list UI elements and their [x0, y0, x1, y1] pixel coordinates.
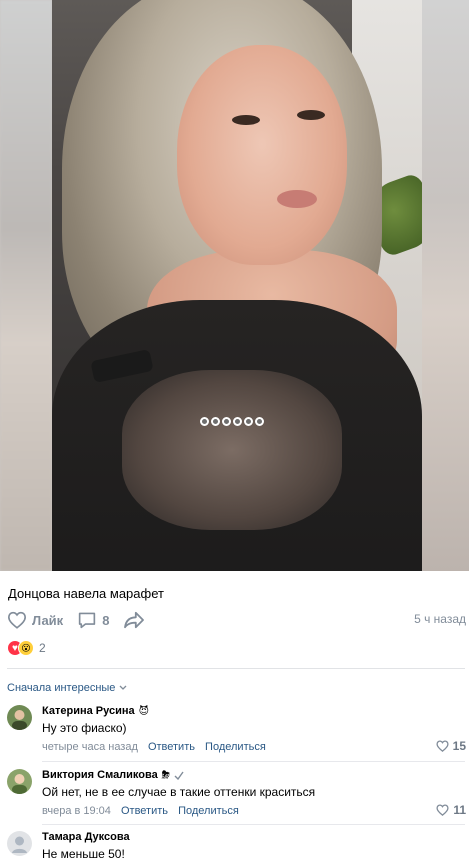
person-eye-left	[232, 115, 260, 125]
comment-author[interactable]: Катерина Русина 😈	[42, 705, 149, 717]
comments-button[interactable]: 8	[77, 611, 109, 629]
comments-count: 8	[102, 612, 110, 628]
post-actions: Лайк 8	[7, 608, 467, 632]
share-button[interactable]	[123, 611, 145, 629]
like-label: Лайк	[32, 612, 64, 628]
comment-like-button[interactable]: 11	[436, 803, 466, 817]
person-face	[177, 45, 347, 265]
comment-text: Не меньше 50!	[42, 847, 125, 861]
comment-meta: вчера в 19:04 Ответить Поделиться	[42, 805, 239, 817]
heart-outline-icon	[7, 611, 27, 629]
avatar-image	[7, 705, 32, 730]
like-button[interactable]: Лайк	[7, 611, 63, 629]
comment-time[interactable]: вчера в 19:04	[42, 805, 111, 817]
comment-text: Ну это фиаско)	[42, 721, 127, 735]
person-eye-right	[297, 110, 325, 120]
loading-dot	[233, 417, 242, 426]
author-name[interactable]: Катерина Русина	[42, 705, 135, 717]
comment-like-count: 11	[453, 803, 466, 817]
video-player[interactable]	[0, 0, 469, 571]
comment-item: Тамара Дуксова Не меньше 50!	[7, 831, 469, 863]
avatar[interactable]	[7, 831, 32, 856]
post-time: 5 ч назад	[414, 612, 466, 626]
reply-button[interactable]: Ответить	[148, 741, 195, 753]
author-badge-icon: 😈	[138, 705, 150, 717]
comment-like-button[interactable]: 15	[436, 739, 466, 753]
avatar-image	[7, 769, 32, 794]
chevron-down-icon	[119, 685, 127, 690]
author-name[interactable]: Тамара Дуксова	[42, 831, 130, 843]
reactions-summary[interactable]: ♥ 😮 2	[7, 640, 46, 656]
reply-button[interactable]: Ответить	[121, 805, 168, 817]
comment-meta: четыре часа назад Ответить Поделиться	[42, 741, 266, 753]
avatar[interactable]	[7, 705, 32, 730]
loading-dot	[200, 417, 209, 426]
video-blur-right	[422, 0, 469, 571]
comment-item: Виктория Смаликова ⛈ Ой нет, не в ее слу…	[7, 769, 469, 829]
loading-indicator	[200, 417, 264, 431]
loading-dot	[222, 417, 231, 426]
person-shirt-mesh	[122, 370, 342, 530]
heart-outline-icon	[436, 740, 449, 752]
loading-dot	[255, 417, 264, 426]
share-comment-button[interactable]: Поделиться	[205, 741, 266, 753]
comment-time[interactable]: четыре часа назад	[42, 741, 138, 753]
share-comment-button[interactable]: Поделиться	[178, 805, 239, 817]
sort-label: Сначала интересные	[7, 682, 116, 694]
wow-reaction-icon: 😮	[18, 640, 34, 656]
post-title: Донцова навела марафет	[8, 586, 164, 601]
comments-sort-dropdown[interactable]: Сначала интересные	[7, 682, 127, 694]
avatar-placeholder-icon	[7, 831, 32, 856]
loading-dot	[244, 417, 253, 426]
avatar[interactable]	[7, 769, 32, 794]
verified-check-icon	[174, 771, 184, 780]
person-lips	[277, 190, 317, 208]
loading-dot	[211, 417, 220, 426]
comment-author[interactable]: Тамара Дуксова	[42, 831, 130, 843]
share-arrow-icon	[124, 611, 145, 629]
comment-separator	[42, 824, 465, 825]
comment-author[interactable]: Виктория Смаликова ⛈	[42, 769, 184, 781]
author-badge-icon: ⛈	[161, 769, 170, 781]
reactions-count: 2	[39, 641, 46, 655]
video-frame[interactable]	[52, 0, 422, 571]
comment-like-count: 15	[452, 739, 466, 753]
comment-icon	[79, 612, 96, 629]
divider	[7, 668, 465, 669]
video-blur-left	[0, 0, 52, 571]
heart-outline-icon	[436, 804, 449, 816]
comment-text: Ой нет, не в ее случае в такие оттенки к…	[42, 785, 316, 799]
comment-separator	[42, 761, 465, 762]
author-name[interactable]: Виктория Смаликова	[42, 769, 158, 781]
comment-item: Катерина Русина 😈 Ну это фиаско) четыре …	[7, 705, 469, 765]
